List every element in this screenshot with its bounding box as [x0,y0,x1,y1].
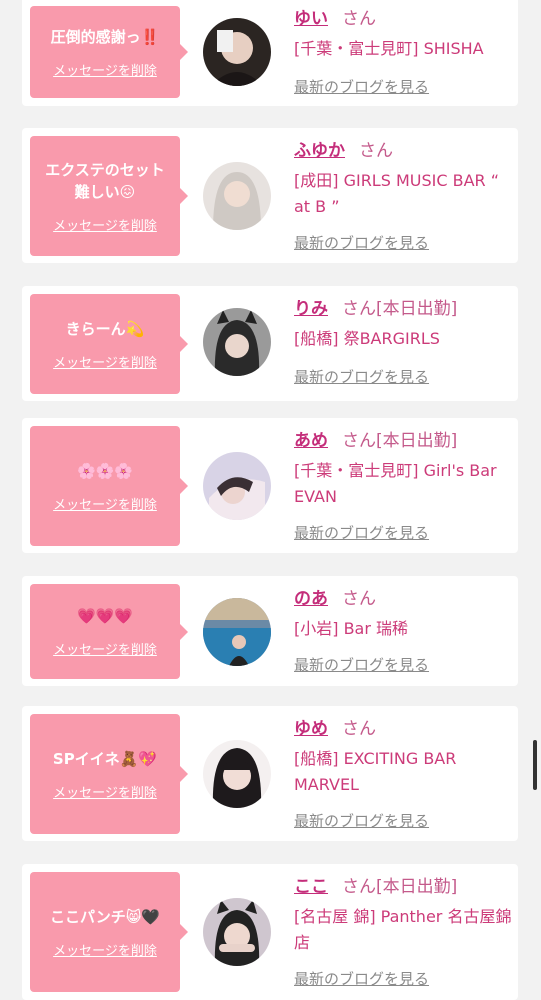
list-item: ここパンチ😸🖤 メッセージを削除 ここ さん[本日出勤] [名古屋 錦] Pant… [22,864,518,1000]
user-info: りみ さん[本日出勤] [船橋] 祭BARGIRLS [294,298,516,352]
avatar[interactable] [203,162,271,230]
list-item: 🌸🌸🌸 メッセージを削除 あめ さん[本日出勤] [千葉・富士見町] Girl's… [22,418,518,553]
shop-name: [船橋] EXCITING BAR MARVEL [294,749,457,794]
message-bubble: SPイイネ🧸💖 メッセージを削除 [30,714,188,834]
delete-message-link[interactable]: メッセージを削除 [53,494,157,513]
user-info: あめ さん[本日出勤] [千葉・富士見町] Girl's Bar EVAN [294,430,516,510]
message-bubble: きらーん💫 メッセージを削除 [30,294,188,394]
shop-name: [小岩] Bar 瑞稀 [294,619,409,638]
shop-name: [千葉・富士見町] Girl's Bar EVAN [294,461,497,506]
honorific: さん [342,589,376,609]
avatar[interactable] [203,18,271,86]
message-text: 💗💗💗 [76,607,134,625]
latest-blog-link[interactable]: 最新のブログを見る [294,968,429,989]
message-text: 🌸🌸🌸 [76,461,134,480]
avatar[interactable] [203,740,271,808]
list-item: きらーん💫 メッセージを削除 りみ さん[本日出勤] [船橋] 祭BARGIRLS… [22,286,518,401]
message-bubble: エクステのセット難しい😖 メッセージを削除 [30,136,188,256]
list-item: 圧倒的感謝っ‼️ メッセージを削除 ゆい さん [千葉・富士見町] SHISHA … [22,0,518,106]
shop-name: [成田] GIRLS MUSIC BAR “ at B ” [294,171,500,216]
shop-name: [千葉・富士見町] SHISHA [294,39,484,58]
user-info: ふゆか さん [成田] GIRLS MUSIC BAR “ at B ” [294,140,516,220]
avatar[interactable] [203,598,271,666]
user-info: ここ さん[本日出勤] [名古屋 錦] Panther 名古屋錦店 [294,876,516,956]
latest-blog-link[interactable]: 最新のブログを見る [294,232,429,253]
list-item: エクステのセット難しい😖 メッセージを削除 ふゆか さん [成田] GIRLS M… [22,128,518,263]
user-info: のあ さん [小岩] Bar 瑞稀 [294,588,516,642]
message-text: SPイイネ🧸💖 [52,749,158,768]
message-bubble: ここパンチ😸🖤 メッセージを削除 [30,872,188,992]
delete-message-link[interactable]: メッセージを削除 [53,639,157,658]
delete-message-link[interactable]: メッセージを削除 [53,352,157,371]
message-bubble: 🌸🌸🌸 メッセージを削除 [30,426,188,546]
honorific: さん [342,299,376,319]
list-item: SPイイネ🧸💖 メッセージを削除 ゆめ さん [船橋] EXCITING BAR … [22,706,518,841]
avatar[interactable] [203,452,271,520]
delete-message-link[interactable]: メッセージを削除 [53,940,157,959]
message-text: エクステのセット難しい😖 [45,160,165,201]
latest-blog-link[interactable]: 最新のブログを見る [294,654,429,675]
honorific: さん [342,9,376,29]
shop-name: [船橋] 祭BARGIRLS [294,329,440,348]
message-text: きらーん💫 [65,319,145,338]
honorific: さん [342,719,376,739]
shop-name: [名古屋 錦] Panther 名古屋錦店 [294,907,512,952]
message-bubble: 💗💗💗 メッセージを削除 [30,584,188,679]
latest-blog-link[interactable]: 最新のブログを見る [294,366,429,387]
work-status: [本日出勤] [376,877,458,897]
work-status: [本日出勤] [376,299,458,319]
message-bubble: 圧倒的感謝っ‼️ メッセージを削除 [30,6,188,98]
user-name-link[interactable]: ゆい [294,9,328,29]
latest-blog-link[interactable]: 最新のブログを見る [294,810,429,831]
message-text: ここパンチ😸🖤 [49,907,161,926]
work-status: [本日出勤] [376,431,458,451]
honorific: さん [342,877,376,897]
delete-message-link[interactable]: メッセージを削除 [53,215,157,234]
user-info: ゆめ さん [船橋] EXCITING BAR MARVEL [294,718,516,798]
user-name-link[interactable]: りみ [294,299,328,319]
avatar[interactable] [203,308,271,376]
user-name-link[interactable]: ふゆか [294,141,345,161]
latest-blog-link[interactable]: 最新のブログを見る [294,522,429,543]
user-name-link[interactable]: あめ [294,431,328,451]
list-item: 💗💗💗 メッセージを削除 のあ さん [小岩] Bar 瑞稀 最新のブログを見る [22,576,518,686]
honorific: さん [342,431,376,451]
honorific: さん [359,141,393,161]
latest-blog-link[interactable]: 最新のブログを見る [294,76,429,97]
delete-message-link[interactable]: メッセージを削除 [53,782,157,801]
message-text: 圧倒的感謝っ‼️ [50,27,160,46]
user-name-link[interactable]: のあ [294,589,328,609]
user-name-link[interactable]: ゆめ [294,719,328,739]
delete-message-link[interactable]: メッセージを削除 [53,60,157,79]
user-info: ゆい さん [千葉・富士見町] SHISHA [294,8,516,62]
avatar[interactable] [203,898,271,966]
scrollbar[interactable] [533,740,537,790]
user-name-link[interactable]: ここ [294,877,328,897]
